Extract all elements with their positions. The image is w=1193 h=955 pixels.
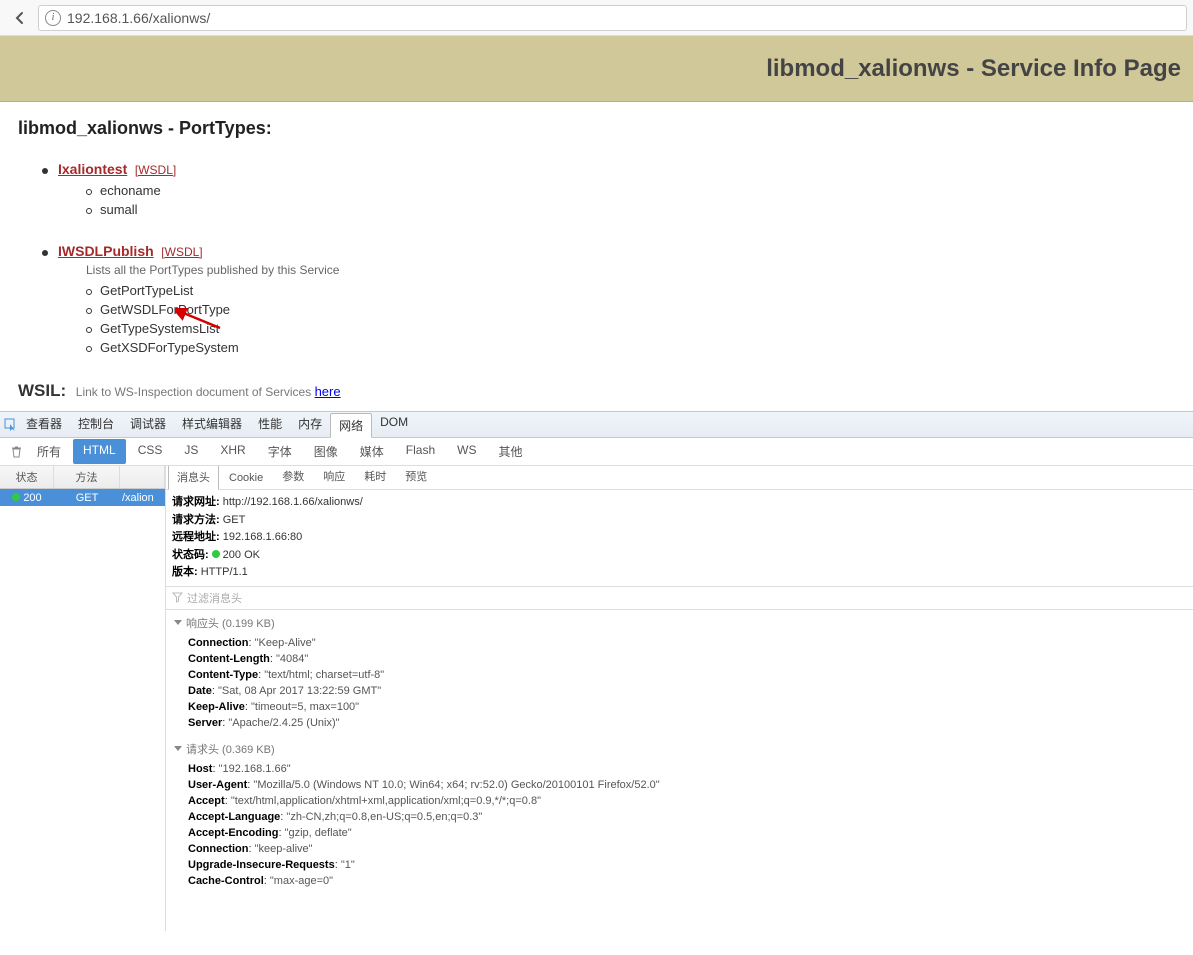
port-item: Ixaliontest [WSDL] echoname sumall <box>42 161 1175 217</box>
header-filter-input[interactable]: 过滤消息头 <box>166 586 1193 610</box>
operation-item: sumall <box>86 202 1175 217</box>
wsdl-link[interactable]: [WSDL] <box>135 163 176 177</box>
filter-icon <box>172 592 183 603</box>
devtools-tab[interactable]: 网络 <box>330 413 372 438</box>
operation-item: GetTypeSystemsList <box>86 321 1175 336</box>
detail-tab[interactable]: 耗时 <box>355 466 395 489</box>
response-headers-section: 响应头 (0.199 KB) Connection: "Keep-Alive"C… <box>166 610 1193 736</box>
port-item: IWSDLPublish [WSDL] Lists all the PortTyp… <box>42 243 1175 355</box>
url-field[interactable]: i 192.168.1.66/xalionws/ <box>38 5 1187 31</box>
filter-tab[interactable]: WS <box>447 439 486 464</box>
detail-tab[interactable]: Cookie <box>220 467 272 489</box>
devtools-tab[interactable]: 内存 <box>290 412 330 437</box>
filter-tab[interactable]: JS <box>174 439 208 464</box>
page-heading: libmod_xalionws - PortTypes: <box>18 118 1175 139</box>
wsil-link[interactable]: here <box>315 384 341 399</box>
header-line: Content-Type: "text/html; charset=utf-8" <box>174 667 1185 683</box>
filter-tab[interactable]: 字体 <box>258 439 302 464</box>
filter-tab[interactable]: Flash <box>396 439 445 464</box>
wsil-section: WSIL: Link to WS-Inspection document of … <box>18 381 1175 401</box>
port-link[interactable]: Ixaliontest <box>58 161 127 177</box>
col-status[interactable]: 状态 <box>0 466 54 488</box>
address-bar: i 192.168.1.66/xalionws/ <box>0 0 1193 36</box>
devtools-tab[interactable]: 性能 <box>250 412 290 437</box>
collapse-icon[interactable] <box>174 620 182 625</box>
header-line: Server: "Apache/2.4.25 (Unix)" <box>174 715 1185 731</box>
wsdl-link[interactable]: [WSDL] <box>161 245 202 259</box>
header-line: Accept: "text/html,application/xhtml+xml… <box>174 793 1185 809</box>
filter-tab[interactable]: CSS <box>128 439 173 464</box>
header-line: User-Agent: "Mozilla/5.0 (Windows NT 10.… <box>174 777 1185 793</box>
filter-tab[interactable]: XHR <box>210 439 255 464</box>
col-method[interactable]: 方法 <box>54 466 120 488</box>
header-line: Keep-Alive: "timeout=5, max=100" <box>174 699 1185 715</box>
page-content: libmod_xalionws - PortTypes: Ixaliontest… <box>0 102 1193 411</box>
port-link[interactable]: IWSDLPublish <box>58 243 154 259</box>
request-list: 状态 方法 200 GET /xalion <box>0 466 166 931</box>
devtools-tab[interactable]: 调试器 <box>122 412 174 437</box>
request-list-header: 状态 方法 <box>0 466 165 489</box>
element-picker-icon[interactable] <box>4 418 18 432</box>
request-row[interactable]: 200 GET /xalion <box>0 489 165 506</box>
filter-tab[interactable]: 媒体 <box>350 439 394 464</box>
wsil-label: WSIL: <box>18 381 66 400</box>
detail-tab[interactable]: 参数 <box>273 466 313 489</box>
devtools-tab[interactable]: 查看器 <box>18 412 70 437</box>
header-line: Cache-Control: "max-age=0" <box>174 873 1185 889</box>
port-desc: Lists all the PortTypes published by thi… <box>86 263 1175 277</box>
operation-item: echoname <box>86 183 1175 198</box>
detail-tab[interactable]: 预览 <box>396 466 436 489</box>
filter-tab[interactable]: 所有 <box>27 439 71 464</box>
header-line: Accept-Encoding: "gzip, deflate" <box>174 825 1185 841</box>
devtools-tab[interactable]: 控制台 <box>70 412 122 437</box>
operation-item: GetPortTypeList <box>86 283 1175 298</box>
header-line: Date: "Sat, 08 Apr 2017 13:22:59 GMT" <box>174 683 1185 699</box>
col-file[interactable] <box>120 466 165 488</box>
header-line: Connection: "keep-alive" <box>174 841 1185 857</box>
page-banner: libmod_xalionws - Service Info Page <box>0 36 1193 102</box>
request-summary: 请求网址: http://192.168.1.66/xalionws/ 请求方法… <box>166 490 1193 586</box>
url-text: 192.168.1.66/xalionws/ <box>67 10 210 26</box>
annotation-arrow-icon <box>175 308 225 336</box>
request-detail: 消息头Cookie参数响应耗时预览 请求网址: http://192.168.1… <box>166 466 1193 931</box>
banner-title: libmod_xalionws - Service Info Page <box>766 55 1181 83</box>
back-button[interactable] <box>6 4 34 32</box>
detail-tabs: 消息头Cookie参数响应耗时预览 <box>166 466 1193 490</box>
request-headers-section: 请求头 (0.369 KB) Host: "192.168.1.66"User-… <box>166 736 1193 894</box>
devtools-tab[interactable]: 样式编辑器 <box>174 412 250 437</box>
operation-item: GetWSDLForPortType <box>86 302 1175 317</box>
status-dot-icon <box>12 493 20 501</box>
devtools-panel: 查看器控制台调试器样式编辑器性能内存网络DOM 所有HTMLCSSJSXHR字体… <box>0 411 1193 931</box>
header-line: Connection: "Keep-Alive" <box>174 635 1185 651</box>
header-line: Host: "192.168.1.66" <box>174 761 1185 777</box>
devtools-filter-bar: 所有HTMLCSSJSXHR字体图像媒体FlashWS其他 <box>0 438 1193 466</box>
filter-tab[interactable]: 图像 <box>304 439 348 464</box>
filter-tab[interactable]: HTML <box>73 439 126 464</box>
header-line: Accept-Language: "zh-CN,zh;q=0.8,en-US;q… <box>174 809 1185 825</box>
operation-item: GetXSDForTypeSystem <box>86 340 1175 355</box>
devtools-tab[interactable]: DOM <box>372 412 416 437</box>
header-line: Upgrade-Insecure-Requests: "1" <box>174 857 1185 873</box>
clear-icon[interactable] <box>6 442 26 462</box>
devtools-toolbar: 查看器控制台调试器样式编辑器性能内存网络DOM <box>0 412 1193 438</box>
header-line: Content-Length: "4084" <box>174 651 1185 667</box>
wsil-text: Link to WS-Inspection document of Servic… <box>76 385 315 399</box>
detail-tab[interactable]: 响应 <box>314 466 354 489</box>
filter-tab[interactable]: 其他 <box>488 439 532 464</box>
collapse-icon[interactable] <box>174 746 182 751</box>
detail-tab[interactable]: 消息头 <box>168 466 219 490</box>
info-icon[interactable]: i <box>45 10 61 26</box>
